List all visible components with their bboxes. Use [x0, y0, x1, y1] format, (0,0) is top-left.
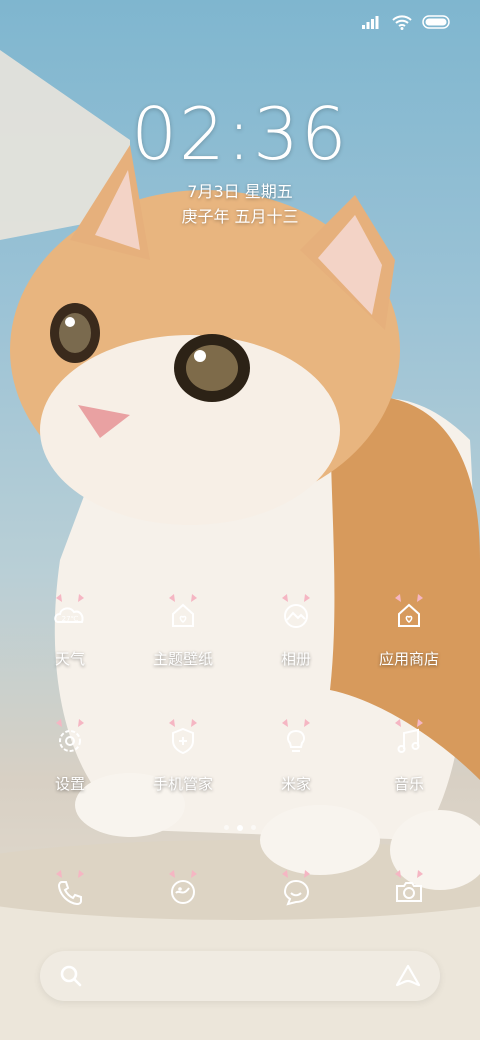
wifi-icon	[392, 15, 412, 30]
clock-time: 02:36	[131, 92, 349, 176]
page-dot[interactable]	[251, 825, 256, 830]
assistant-icon[interactable]	[394, 963, 422, 989]
search-bar[interactable]	[40, 951, 440, 1001]
app-label: 天气	[54, 650, 85, 668]
home-screen: 02:36 7月3日 星期五 庚子年 五月十三 27℃ 天气 主题壁纸 相册 应…	[0, 0, 480, 1040]
app-label: 手机管家	[152, 775, 213, 793]
app-mijia[interactable]: 米家	[246, 717, 346, 794]
app-store[interactable]: 应用商店	[359, 592, 459, 669]
app-store-icon	[385, 592, 433, 640]
app-label: 相册	[280, 650, 311, 668]
music-icon	[385, 717, 433, 765]
messages-icon	[282, 870, 310, 906]
app-settings[interactable]: 设置	[20, 717, 120, 794]
dock-phone[interactable]	[20, 868, 120, 916]
date-text: 7月3日 星期五	[187, 182, 293, 201]
app-label: 音乐	[393, 775, 424, 793]
camera-icon	[395, 870, 423, 902]
status-bar	[362, 10, 452, 34]
theme-icon	[159, 592, 207, 640]
browser-icon	[169, 870, 197, 904]
app-themes[interactable]: 主题壁纸	[133, 592, 233, 669]
app-weather[interactable]: 27℃ 天气	[20, 592, 120, 669]
security-icon	[159, 717, 207, 765]
app-label: 设置	[54, 775, 85, 793]
dock-camera[interactable]	[359, 868, 459, 916]
dock-browser[interactable]	[133, 868, 233, 916]
mijia-icon	[272, 717, 320, 765]
settings-icon	[46, 717, 94, 765]
app-label: 应用商店	[378, 650, 439, 668]
gallery-icon	[272, 592, 320, 640]
app-music[interactable]: 音乐	[359, 717, 459, 794]
battery-icon	[422, 15, 450, 29]
app-label: 主题壁纸	[152, 650, 213, 668]
app-security[interactable]: 手机管家	[133, 717, 233, 794]
search-icon[interactable]	[58, 963, 84, 989]
weather-icon: 27℃	[46, 592, 94, 640]
page-indicator	[0, 825, 480, 831]
app-gallery[interactable]: 相册	[246, 592, 346, 669]
page-dot[interactable]	[224, 825, 229, 830]
weather-temp: 27℃	[62, 615, 79, 623]
dock-messages[interactable]	[246, 868, 346, 916]
lunar-date-text: 庚子年 五月十三	[181, 207, 299, 226]
phone-icon	[56, 870, 84, 906]
app-label: 米家	[280, 775, 311, 793]
page-dot-active[interactable]	[237, 825, 243, 831]
signal-bars-icon	[362, 16, 379, 29]
